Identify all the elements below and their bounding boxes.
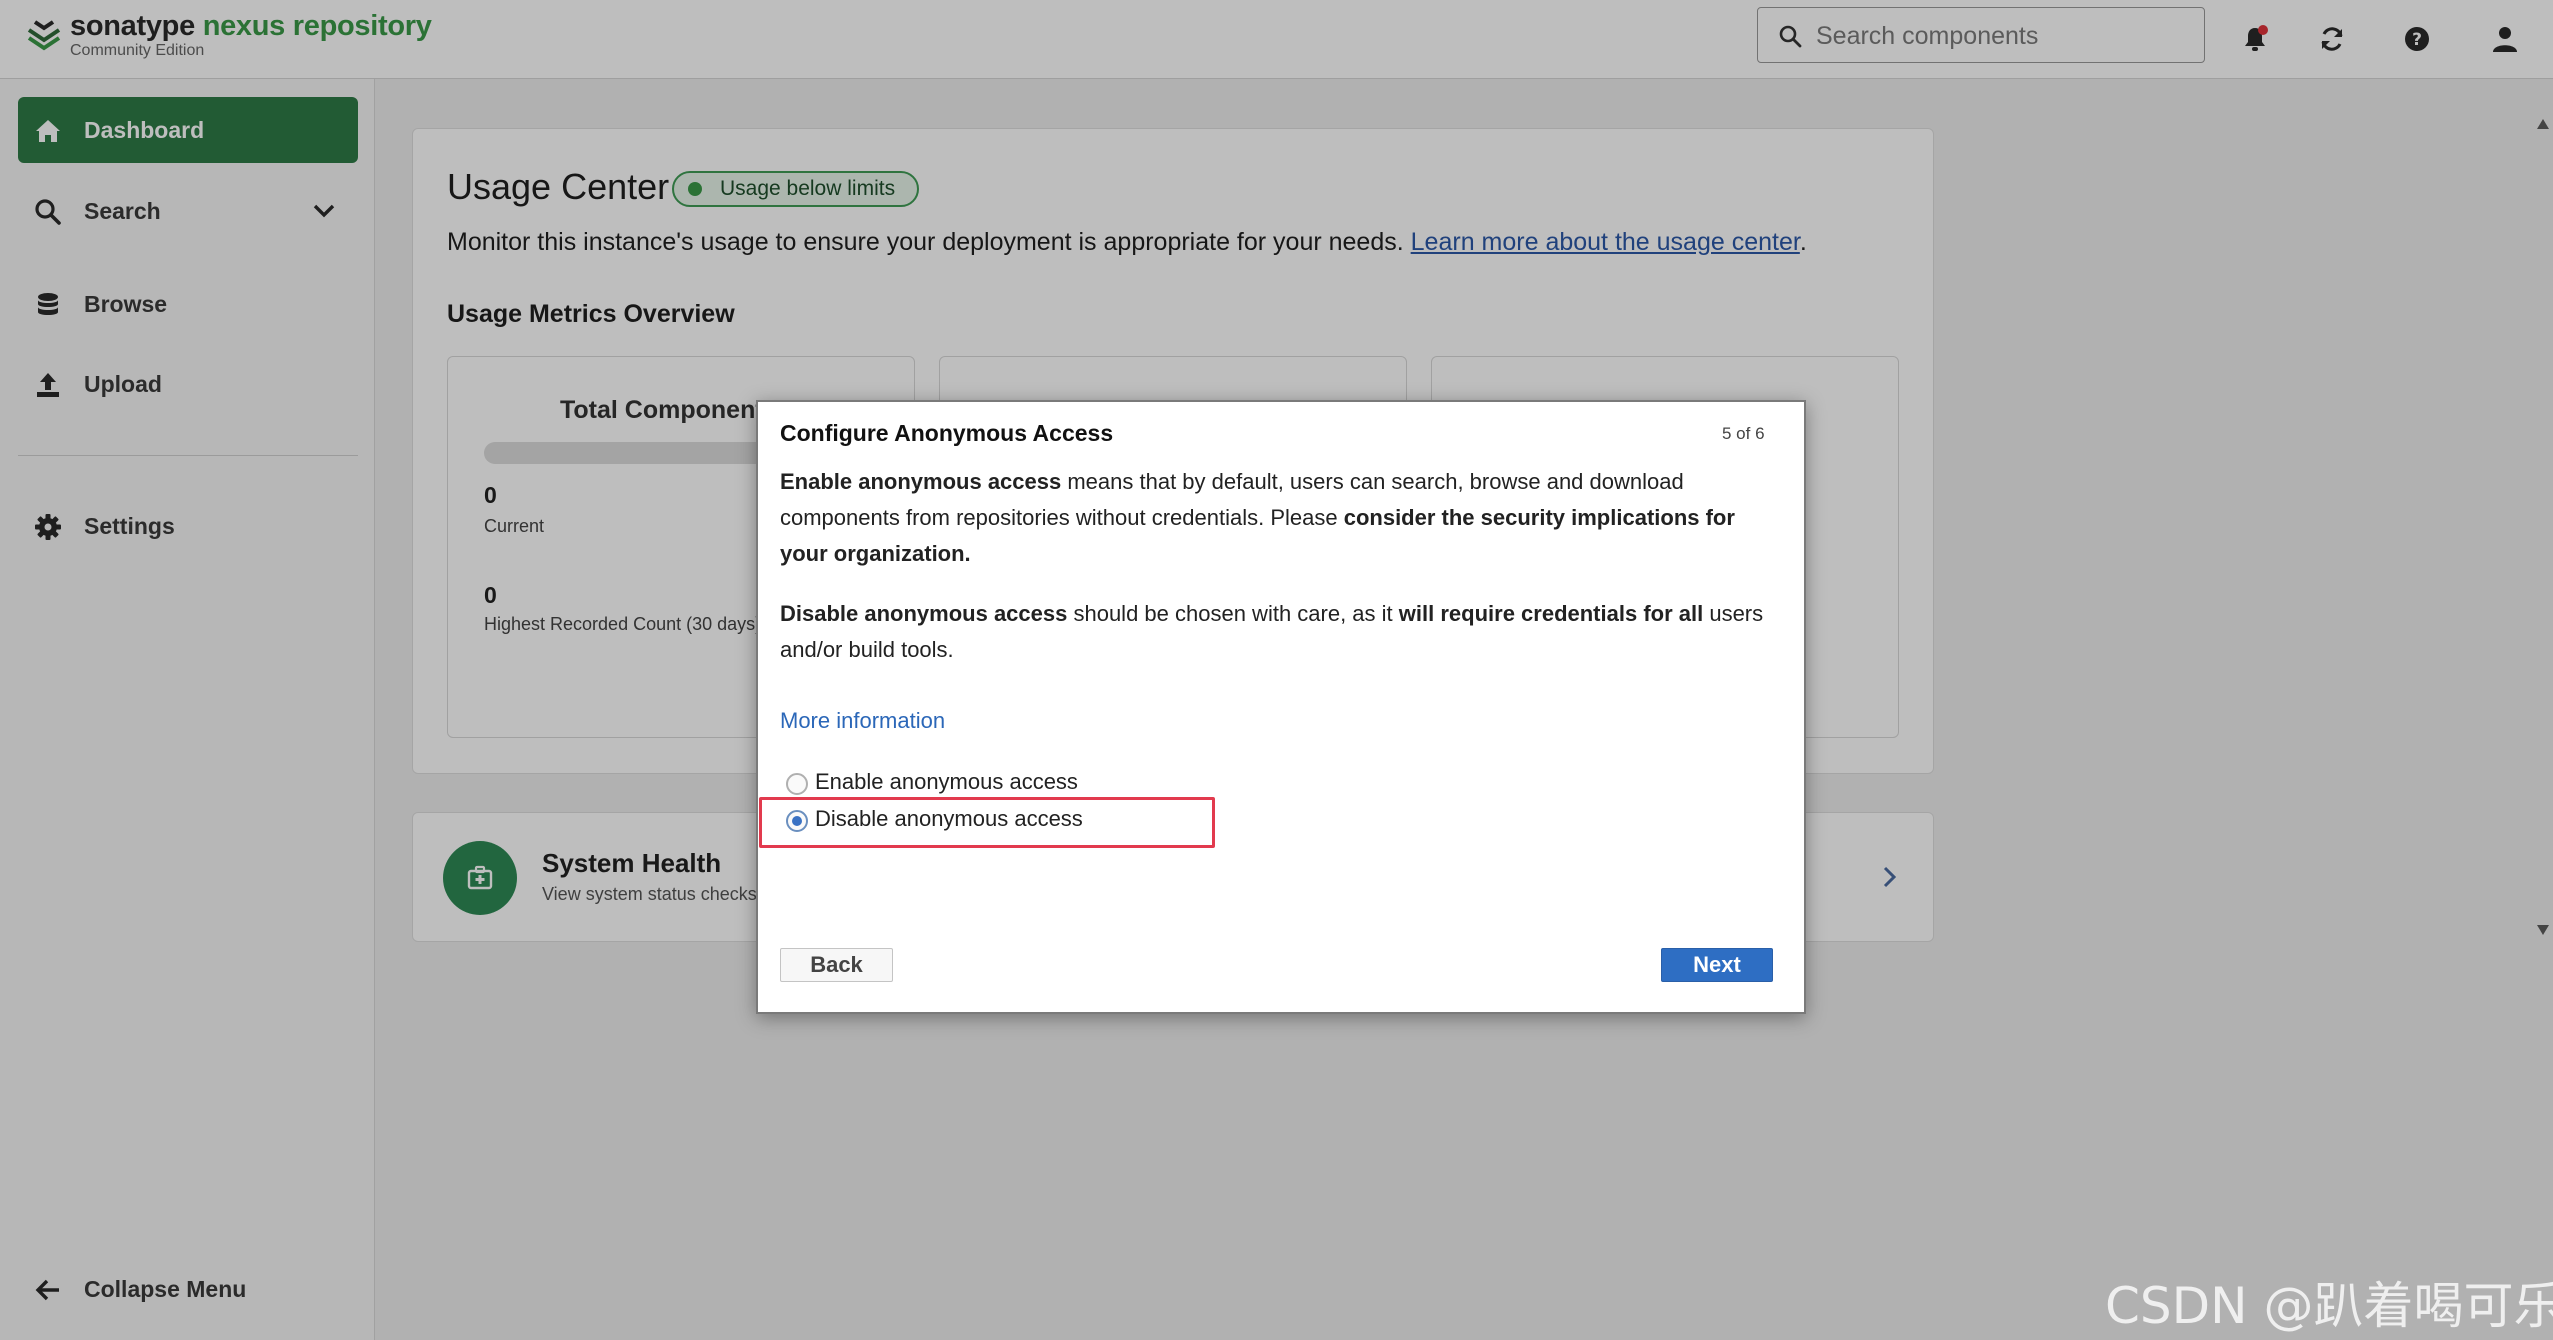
enable-anonymous-label[interactable]: Enable anonymous access bbox=[815, 769, 1078, 795]
next-button[interactable]: Next bbox=[1661, 948, 1773, 982]
enable-anonymous-radio[interactable] bbox=[786, 773, 808, 795]
p2-bold-1: Disable anonymous access bbox=[780, 601, 1068, 626]
more-information-link[interactable]: More information bbox=[780, 708, 945, 734]
scroll-down-arrow-icon[interactable] bbox=[2536, 924, 2550, 936]
p2-bold-2: will require credentials for all bbox=[1398, 601, 1704, 626]
back-button[interactable]: Back bbox=[780, 948, 893, 982]
dialog-title: Configure Anonymous Access bbox=[780, 420, 1114, 446]
dialog-paragraph-disable: Disable anonymous access should be chose… bbox=[780, 596, 1780, 668]
wizard-step-indicator: 5 of 6 bbox=[1722, 424, 1765, 443]
p1-bold-1: Enable anonymous access bbox=[780, 469, 1062, 494]
dialog-paragraph-enable: Enable anonymous access means that by de… bbox=[780, 464, 1780, 572]
annotation-highlight-box bbox=[759, 797, 1215, 848]
watermark: CSDN @趴着喝可乐 bbox=[2105, 1277, 2553, 1335]
scroll-up-arrow-icon[interactable] bbox=[2536, 118, 2550, 130]
p2-text-1: should be chosen with care, as it bbox=[1067, 601, 1399, 626]
